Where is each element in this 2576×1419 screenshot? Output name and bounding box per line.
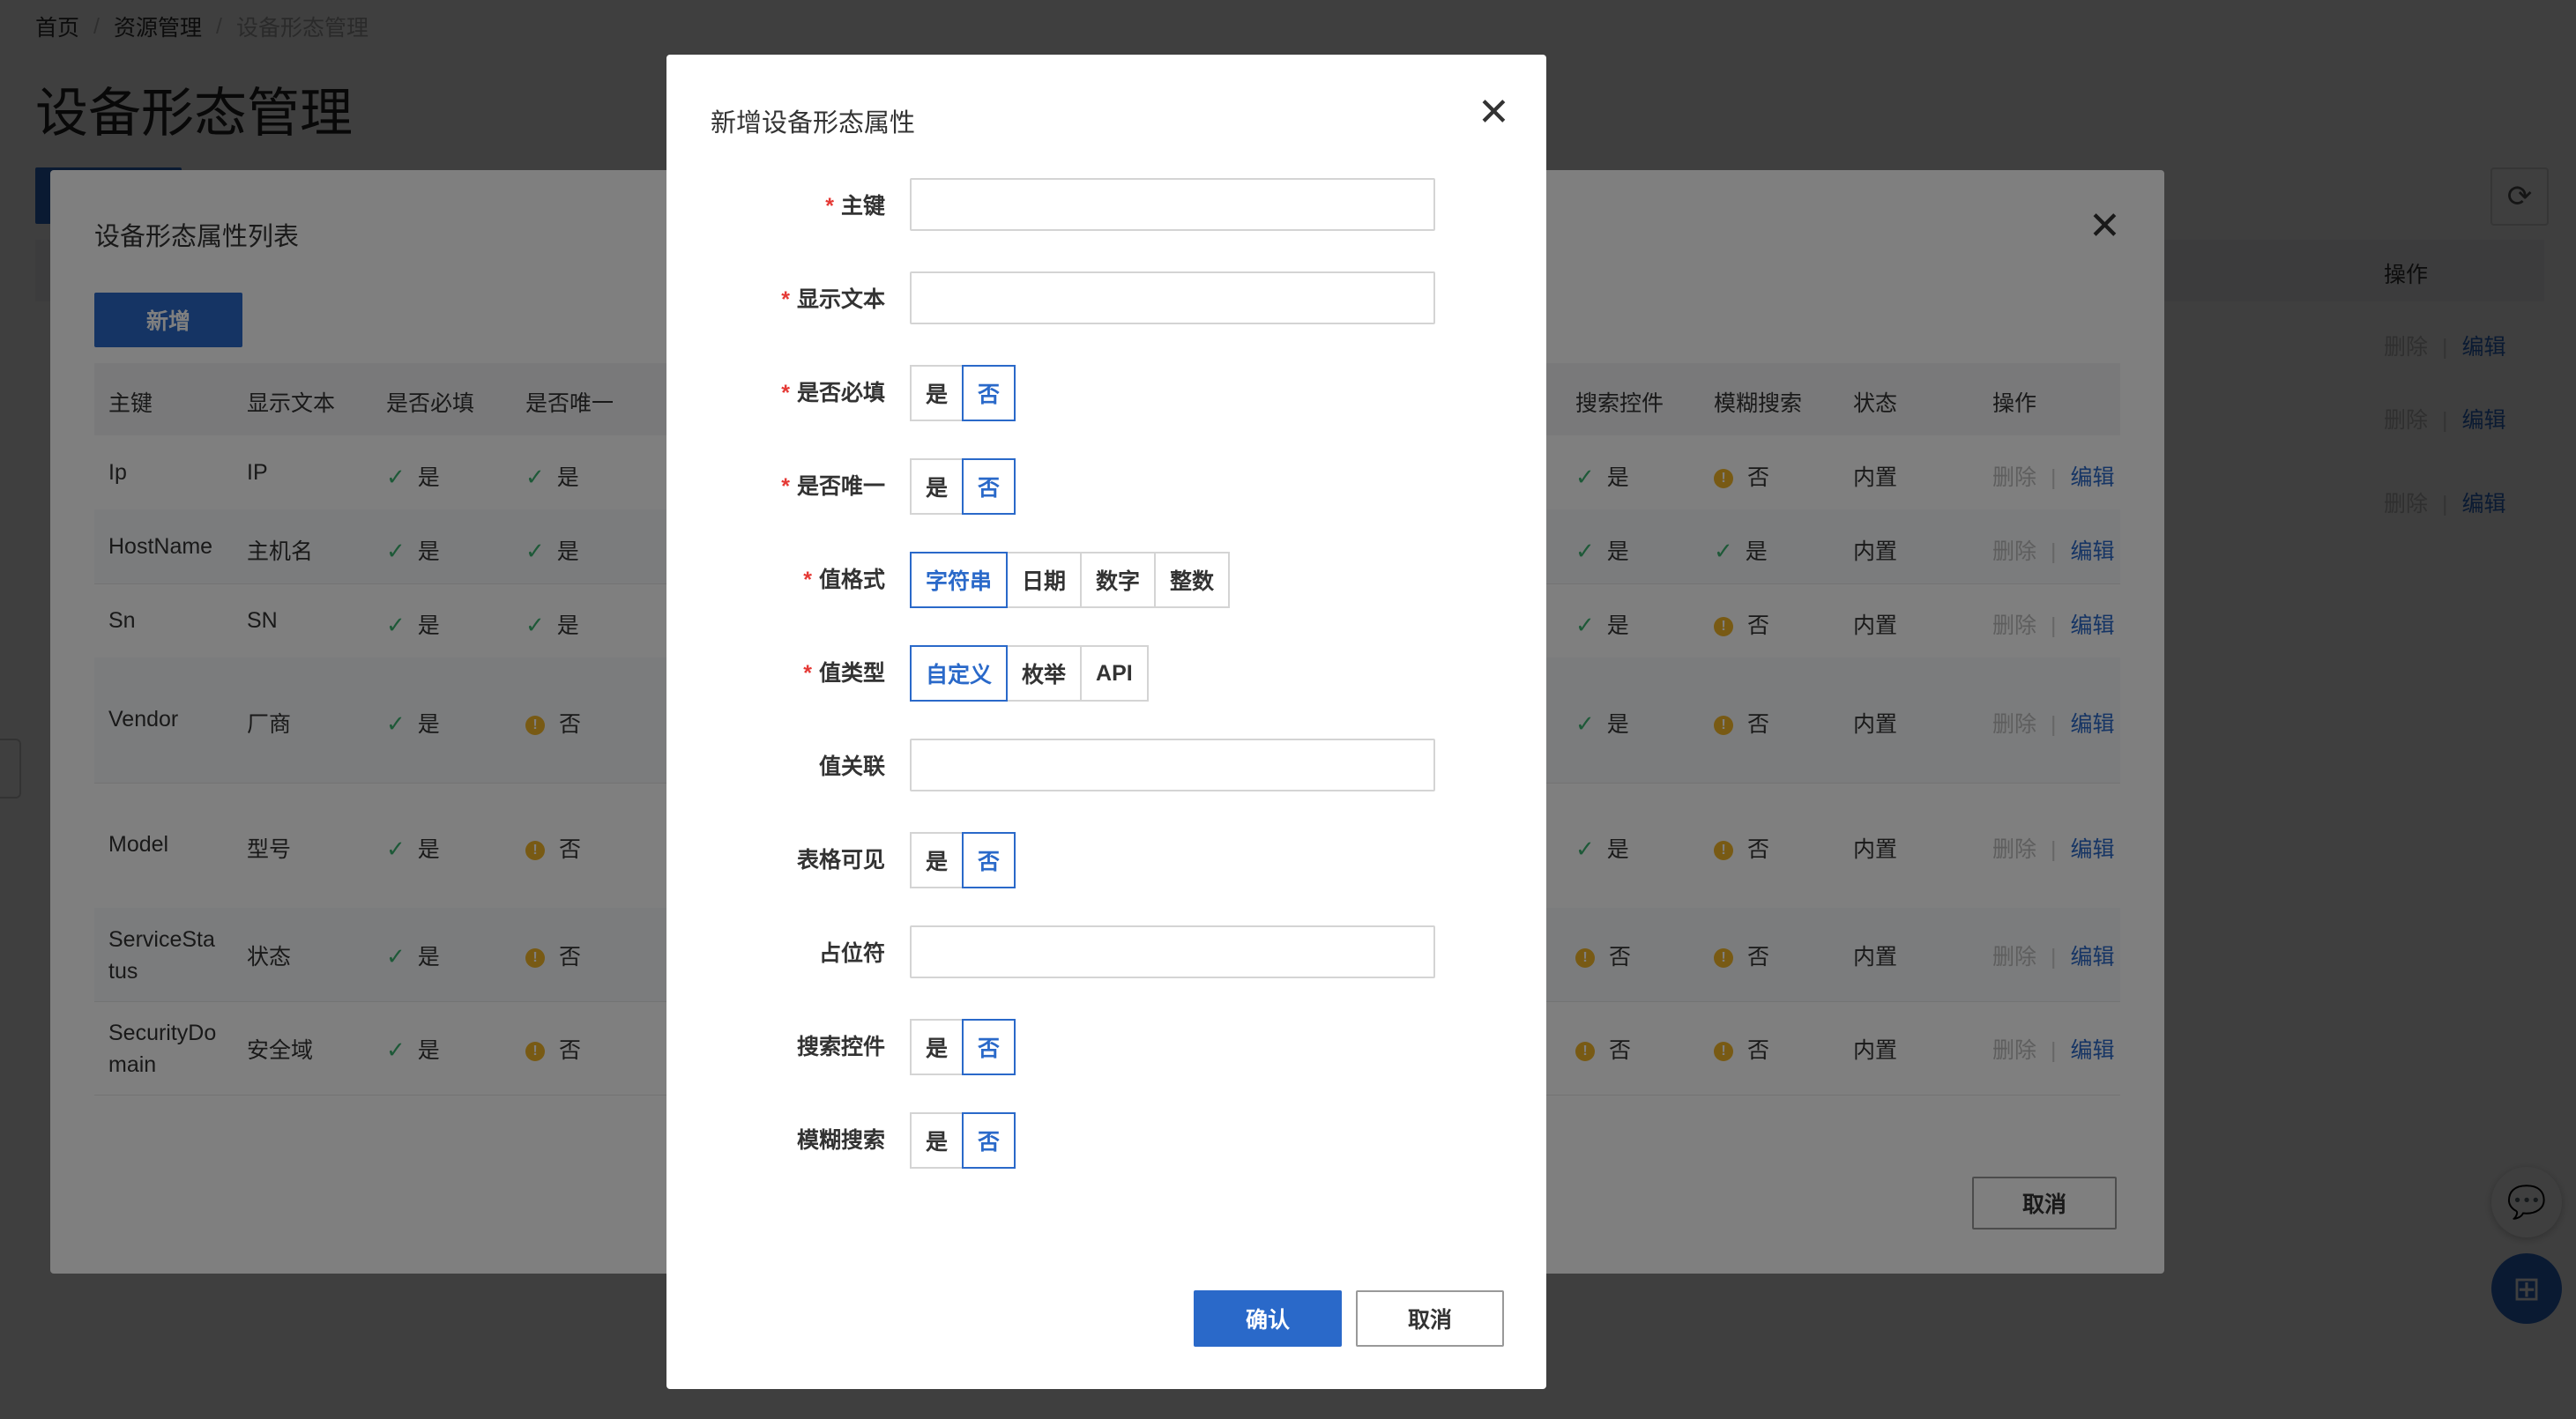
- radio-yes[interactable]: 是: [910, 458, 964, 515]
- required-mark: *: [803, 661, 812, 686]
- add-attribute-modal: 新增设备形态属性 ✕ * 主键 * 显示文本 * 是否必填 是 否 * 是否唯一 是 否…: [666, 55, 1546, 1389]
- field-placeholder: 占位符: [666, 925, 1546, 982]
- field-key: * 主键: [666, 178, 1546, 234]
- required-mark: *: [825, 194, 834, 219]
- required-mark: *: [781, 474, 790, 499]
- radio-date[interactable]: 日期: [1006, 552, 1083, 608]
- field-label: * 主键: [825, 194, 885, 219]
- close-icon[interactable]: ✕: [1478, 93, 1510, 132]
- field-label: * 是否必填: [781, 381, 885, 405]
- field-label: * 显示文本: [781, 287, 885, 312]
- field-unique: * 是否唯一 是 否: [666, 458, 1546, 515]
- required-mark: *: [803, 568, 812, 592]
- value-type-radio-group: 自定义 枚举 API: [910, 645, 1149, 702]
- placeholder-input[interactable]: [910, 925, 1435, 978]
- field-label: 占位符: [818, 941, 885, 966]
- field-table-visible: 表格可见 是 否: [666, 832, 1546, 888]
- radio-yes[interactable]: 是: [910, 1112, 964, 1169]
- form-cancel-button[interactable]: 取消: [1356, 1290, 1504, 1347]
- radio-yes[interactable]: 是: [910, 365, 964, 421]
- field-label: * 值类型: [803, 661, 885, 686]
- radio-no[interactable]: 否: [962, 365, 1016, 421]
- search-control-radio-group: 是 否: [910, 1019, 1016, 1075]
- radio-api[interactable]: API: [1080, 645, 1149, 702]
- required-mark: *: [781, 287, 790, 312]
- field-fuzzy-search: 模糊搜索 是 否: [666, 1112, 1546, 1169]
- radio-number[interactable]: 数字: [1080, 552, 1157, 608]
- field-label: * 是否唯一: [781, 474, 885, 499]
- field-label: 表格可见: [796, 848, 885, 873]
- field-label: * 值格式: [803, 568, 885, 592]
- table-visible-radio-group: 是 否: [910, 832, 1016, 888]
- radio-no[interactable]: 否: [962, 1112, 1016, 1169]
- display-text-input[interactable]: [910, 271, 1435, 324]
- radio-integer[interactable]: 整数: [1154, 552, 1231, 608]
- value-link-input[interactable]: [910, 739, 1435, 791]
- form-modal-title: 新增设备形态属性: [711, 109, 916, 137]
- radio-enum[interactable]: 枚举: [1006, 645, 1083, 702]
- key-input[interactable]: [910, 178, 1435, 231]
- field-label: 搜索控件: [796, 1035, 885, 1059]
- radio-string[interactable]: 字符串: [910, 552, 1009, 608]
- value-format-radio-group: 字符串 日期 数字 整数: [910, 552, 1231, 608]
- required-mark: *: [781, 381, 790, 405]
- field-label: 值关联: [818, 754, 885, 779]
- unique-radio-group: 是 否: [910, 458, 1016, 515]
- field-required: * 是否必填 是 否: [666, 365, 1546, 421]
- radio-no[interactable]: 否: [962, 832, 1016, 888]
- radio-yes[interactable]: 是: [910, 832, 964, 888]
- field-value-link: 值关联: [666, 739, 1546, 795]
- field-value-format: * 值格式 字符串 日期 数字 整数: [666, 552, 1546, 608]
- field-value-type: * 值类型 自定义 枚举 API: [666, 645, 1546, 702]
- field-search-control: 搜索控件 是 否: [666, 1019, 1546, 1075]
- radio-no[interactable]: 否: [962, 458, 1016, 515]
- confirm-button[interactable]: 确认: [1194, 1290, 1342, 1347]
- field-label: 模糊搜索: [796, 1128, 885, 1153]
- radio-no[interactable]: 否: [962, 1019, 1016, 1075]
- required-radio-group: 是 否: [910, 365, 1016, 421]
- field-display-text: * 显示文本: [666, 271, 1546, 328]
- radio-custom[interactable]: 自定义: [910, 645, 1009, 702]
- radio-yes[interactable]: 是: [910, 1019, 964, 1075]
- fuzzy-search-radio-group: 是 否: [910, 1112, 1016, 1169]
